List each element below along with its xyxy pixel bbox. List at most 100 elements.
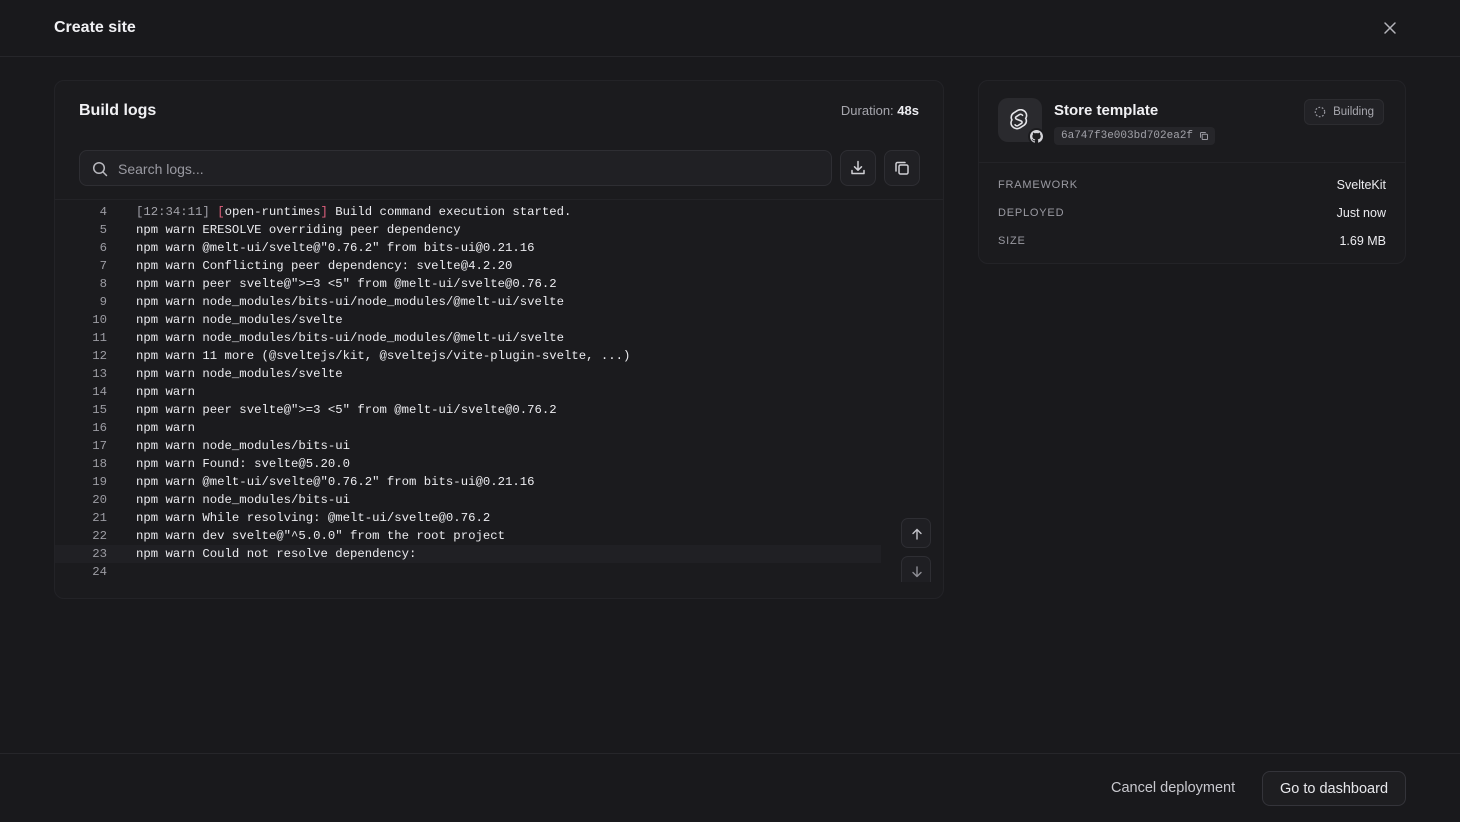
site-info-card: Store template 6a747f3e003bd702ea2f Buil…	[978, 80, 1406, 264]
log-bracket-open: [	[217, 205, 225, 219]
log-line-highlighted: 23 npm warn Could not resolve dependency:	[55, 545, 881, 563]
detail-value: Just now	[1336, 206, 1386, 220]
log-line: 4 [12:34:11] [open-runtimes] Build comma…	[55, 203, 881, 221]
log-line-text: npm warn	[136, 421, 196, 435]
search-icon	[91, 160, 109, 178]
detail-value: SvelteKit	[1336, 178, 1386, 192]
svelte-icon	[1010, 109, 1028, 130]
site-name: Store template	[1054, 102, 1159, 119]
log-line-number: 7	[99, 259, 107, 273]
log-line-text: npm warn node_modules/bits-ui	[136, 493, 351, 507]
log-line: 17 npm warn node_modules/bits-ui	[55, 437, 881, 455]
copy-logs-button[interactable]	[884, 150, 920, 186]
log-line-text: npm warn Conflicting peer dependency: sv…	[136, 259, 513, 273]
log-line-text: [12:34:11] [open-runtimes] Build command…	[136, 203, 571, 221]
log-line-number: 24	[92, 565, 107, 579]
detail-key: FRAMEWORK	[998, 179, 1078, 191]
detail-key: DEPLOYED	[998, 207, 1065, 219]
log-line: 8 npm warn peer svelte@">=3 <5" from @mel…	[55, 275, 881, 293]
log-line: 10 npm warn node_modules/svelte	[55, 311, 881, 329]
download-logs-button[interactable]	[840, 150, 876, 186]
framework-avatar	[998, 98, 1045, 145]
log-line: 15 npm warn peer svelte@">=3 <5" from @me…	[55, 401, 881, 419]
log-line-number: 20	[92, 493, 107, 507]
go-to-dashboard-button[interactable]: Go to dashboard	[1262, 771, 1406, 806]
log-line-number: 14	[92, 385, 107, 399]
log-line-number: 8	[99, 277, 107, 291]
status-badge: Building	[1304, 99, 1384, 125]
modal-title: Create site	[54, 19, 136, 36]
log-line: 9 npm warn node_modules/bits-ui/node_modu…	[55, 293, 881, 311]
log-line-number: 15	[92, 403, 107, 417]
log-line-text: npm warn Could not resolve dependency:	[136, 547, 417, 561]
log-line-text: npm warn dev svelte@"^5.0.0" from the ro…	[136, 529, 505, 543]
log-source: open-runtimes	[224, 205, 321, 219]
log-line-number: 12	[92, 349, 107, 363]
detail-row-framework: FRAMEWORK SvelteKit	[998, 177, 1386, 193]
log-line-text: npm warn 11 more (@sveltejs/kit, @svelte…	[136, 349, 631, 363]
log-line: 14 npm warn	[55, 383, 881, 401]
log-line-number: 11	[92, 331, 107, 345]
duration-value: 48s	[897, 103, 919, 118]
commit-hash: 6a747f3e003bd702ea2f	[1054, 127, 1216, 145]
arrow-down-icon	[912, 566, 922, 578]
log-line-number: 10	[92, 313, 107, 327]
scroll-to-bottom-button[interactable]	[901, 556, 931, 582]
log-line: 5 npm warn ERESOLVE overriding peer depen…	[55, 221, 881, 239]
log-line-text: npm warn peer svelte@">=3 <5" from @melt…	[136, 277, 557, 291]
log-line: 11 npm warn node_modules/bits-ui/node_mod…	[55, 329, 881, 347]
log-line-number: 19	[92, 475, 107, 489]
log-line-text: npm warn Found: svelte@5.20.0	[136, 457, 351, 471]
modal-footer: Cancel deployment Go to dashboard	[0, 753, 1460, 822]
scroll-to-top-button[interactable]	[901, 518, 931, 548]
log-line-number: 17	[92, 439, 107, 453]
log-line-number: 18	[92, 457, 107, 471]
log-line: 13 npm warn node_modules/svelte	[55, 365, 881, 383]
log-line-text: npm warn @melt-ui/svelte@"0.76.2" from b…	[136, 475, 535, 489]
log-line-number: 22	[92, 529, 107, 543]
detail-key: SIZE	[998, 235, 1026, 247]
log-line-text: npm warn While resolving: @melt-ui/svelt…	[136, 511, 491, 525]
log-line: 19 npm warn @melt-ui/svelte@"0.76.2" from…	[55, 473, 881, 491]
loading-spinner-icon	[1314, 106, 1326, 118]
detail-row-deployed: DEPLOYED Just now	[998, 205, 1386, 221]
log-line: 12 npm warn 11 more (@sveltejs/kit, @svel…	[55, 347, 881, 365]
log-bracket-close: ]	[320, 205, 328, 219]
log-timestamp: [12:34:11]	[136, 205, 210, 219]
log-line: 7 npm warn Conflicting peer dependency: s…	[55, 257, 881, 275]
copy-icon	[895, 161, 909, 175]
log-line-text: npm warn node_modules/svelte	[136, 313, 343, 327]
log-line-text: npm warn	[136, 385, 196, 399]
copy-hash-icon[interactable]	[1199, 131, 1209, 141]
search-logs-input[interactable]	[116, 151, 820, 187]
detail-value: 1.69 MB	[1339, 234, 1386, 248]
log-output: 4 [12:34:11] [open-runtimes] Build comma…	[55, 199, 943, 582]
log-line-text: npm warn node_modules/bits-ui/node_modul…	[136, 331, 565, 345]
log-line: 21 npm warn While resolving: @melt-ui/sve…	[55, 509, 881, 527]
log-line-text: npm warn @melt-ui/svelte@"0.76.2" from b…	[136, 241, 535, 255]
log-line-number: 6	[99, 241, 107, 255]
log-line-number: 4	[99, 205, 107, 219]
log-line: 24	[55, 563, 881, 581]
cancel-deployment-button[interactable]: Cancel deployment	[1098, 771, 1248, 805]
log-line-number: 16	[92, 421, 107, 435]
log-line: 16 npm warn	[55, 419, 881, 437]
search-logs[interactable]	[79, 150, 832, 187]
modal-header: Create site	[0, 0, 1460, 57]
build-logs-card: Build logs Duration: 48s 4 [12:34:11] [o…	[54, 80, 944, 599]
log-line: 18 npm warn Found: svelte@5.20.0	[55, 455, 881, 473]
log-line-number: 23	[92, 547, 107, 561]
status-text: Building	[1333, 106, 1374, 118]
detail-row-size: SIZE 1.69 MB	[998, 233, 1386, 249]
log-line: 22 npm warn dev svelte@"^5.0.0" from the …	[55, 527, 881, 545]
log-line-number: 21	[92, 511, 107, 525]
close-icon[interactable]	[1380, 18, 1400, 38]
arrow-up-icon	[912, 528, 922, 540]
download-icon	[851, 160, 865, 175]
log-line-text: npm warn node_modules/bits-ui/node_modul…	[136, 295, 565, 309]
log-line: 6 npm warn @melt-ui/svelte@"0.76.2" from …	[55, 239, 881, 257]
build-logs-title: Build logs	[79, 102, 157, 119]
build-duration: Duration: 48s	[841, 103, 919, 118]
duration-label: Duration:	[840, 103, 894, 118]
github-icon	[1028, 128, 1045, 145]
